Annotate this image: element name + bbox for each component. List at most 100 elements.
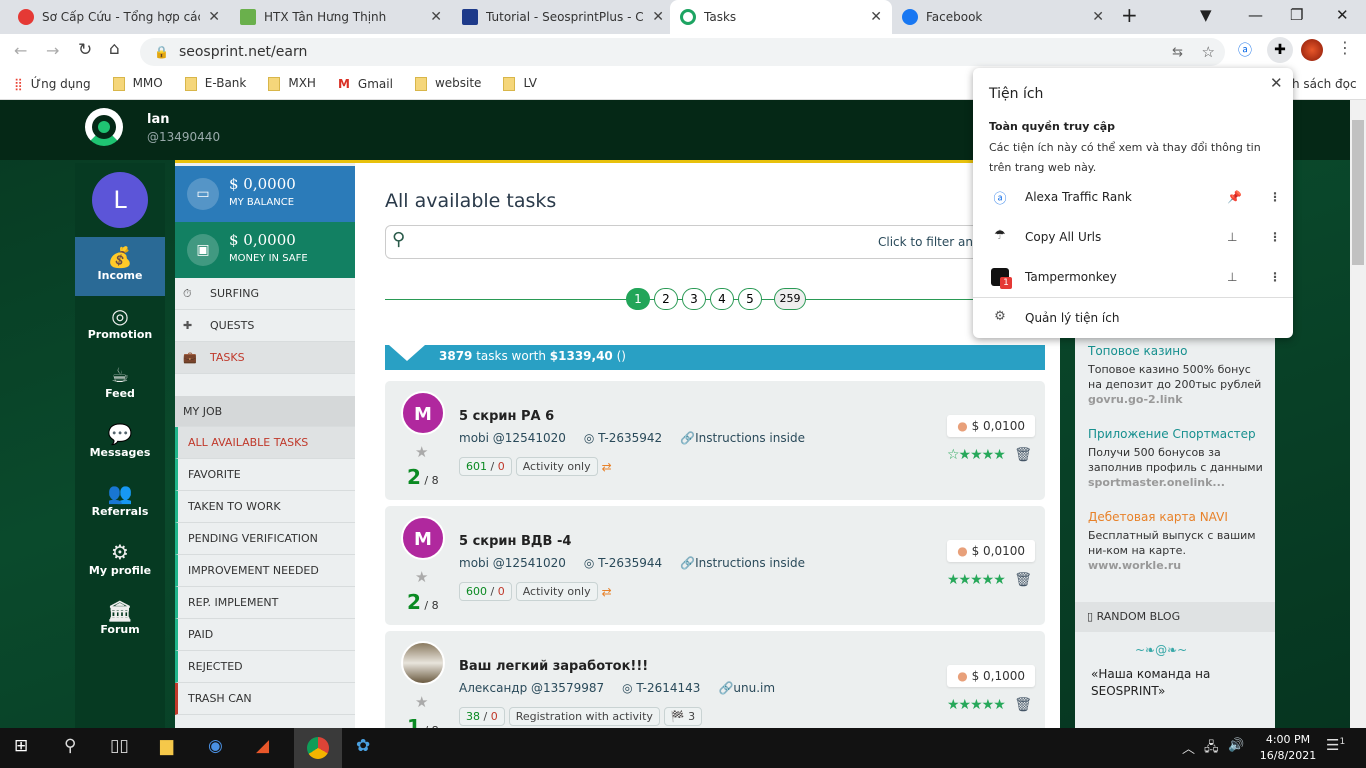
close-icon[interactable]: ✕ — [1270, 74, 1283, 92]
page-last[interactable]: 259 — [774, 288, 806, 310]
manage-extensions[interactable]: ⚙ Quản lý tiện ích — [973, 298, 1293, 338]
tasks-summary-bar[interactable]: 3879 tasks worth $1339,40 () — [385, 345, 1045, 370]
page-4[interactable]: 4 — [710, 288, 734, 310]
nav-referrals[interactable]: 👥 Referrals — [75, 473, 165, 532]
clock[interactable]: 4:00 PM 16/8/2021 — [1258, 732, 1318, 764]
new-tab-icon[interactable]: + — [1121, 3, 1138, 27]
ad-item[interactable]: Дебетовая карта NAVI Бесплатный выпуск с … — [1088, 510, 1268, 573]
restore-icon[interactable]: ❐ — [1290, 6, 1303, 24]
tab-facebook[interactable]: Facebook ✕ — [892, 0, 1114, 34]
chevron-up-icon[interactable]: ︿ — [1182, 738, 1195, 757]
job-pending-verification[interactable]: PENDING VERIFICATION — [175, 523, 355, 555]
favorite-star-icon[interactable]: ★ — [415, 568, 428, 586]
bookmark-folder[interactable]: E-Bank — [184, 76, 246, 91]
pin-icon[interactable]: 📌 — [1227, 190, 1242, 204]
task-title[interactable]: 5 скрин ВДВ -4 — [459, 534, 571, 549]
file-explorer-icon[interactable]: ▆ — [160, 736, 173, 756]
job-favorite[interactable]: FAVORITE — [175, 459, 355, 491]
page-2[interactable]: 2 — [654, 288, 678, 310]
close-tab-icon[interactable]: ✕ — [1092, 9, 1104, 25]
app-icon[interactable]: ◢ — [256, 736, 269, 756]
task-link[interactable]: 🔗Instructions inside — [680, 556, 805, 570]
network-icon[interactable]: 🖧 — [1204, 738, 1219, 760]
nav-feed[interactable]: ☕ Feed — [75, 355, 165, 414]
app-icon[interactable]: ◉ — [208, 736, 223, 756]
extension-tampermonkey[interactable]: 1 Tampermonkey ⊥ ⋮ — [973, 257, 1293, 297]
minimize-icon[interactable]: — — [1248, 6, 1263, 24]
menu-kebab-icon[interactable]: ⋮ — [1337, 38, 1353, 57]
close-window-icon[interactable]: ✕ — [1336, 6, 1349, 24]
task-link[interactable]: 🔗unu.im — [718, 681, 775, 695]
job-rejected[interactable]: REJECTED — [175, 651, 355, 683]
task-title[interactable]: Ваш легкий заработок!!! — [459, 659, 648, 674]
forward-icon[interactable]: → — [46, 41, 59, 60]
close-tab-icon[interactable]: ✕ — [430, 9, 442, 25]
safe-box[interactable]: ▣ $ 0,0000 MONEY IN SAFE — [175, 222, 355, 278]
chrome-taskbar-button[interactable] — [294, 728, 342, 768]
reload-icon[interactable]: ↻ — [78, 40, 92, 60]
task-author[interactable]: mobi @12541020 — [459, 431, 566, 445]
more-icon[interactable]: ⋮ — [1269, 230, 1281, 244]
bookmark-folder[interactable]: MMO — [112, 76, 163, 91]
pin-icon[interactable]: ⊥ — [1227, 230, 1237, 244]
back-icon[interactable]: ← — [14, 41, 27, 60]
favorite-star-icon[interactable]: ★ — [415, 693, 428, 711]
job-paid[interactable]: PAID — [175, 619, 355, 651]
nav-messages[interactable]: 💬 Messages — [75, 414, 165, 473]
extensions-puzzle-icon[interactable]: ✚ — [1267, 37, 1293, 63]
alexa-extension-icon[interactable]: ⓐ — [1238, 40, 1252, 60]
job-all-available[interactable]: ALL AVAILABLE TASKS — [175, 427, 355, 459]
trash-icon[interactable]: 🗑 — [1014, 447, 1032, 463]
more-icon[interactable]: ⋮ — [1269, 270, 1281, 284]
volume-icon[interactable]: 🔊 — [1228, 738, 1244, 753]
job-trash-can[interactable]: TRASH CAN — [175, 683, 355, 715]
job-rep-implement[interactable]: REP. IMPLEMENT — [175, 587, 355, 619]
task-card[interactable]: ★ 1 / 8 Ваш легкий заработок!!! Александ… — [385, 631, 1045, 728]
profile-avatar[interactable] — [1301, 39, 1323, 61]
trash-icon[interactable]: 🗑 — [1014, 697, 1032, 713]
site-logo[interactable] — [85, 108, 123, 146]
bookmark-folder[interactable]: MXH — [268, 76, 316, 91]
windows-start-icon[interactable]: ⊞ — [14, 736, 28, 756]
nav-my-profile[interactable]: ⚙ My profile — [75, 532, 165, 591]
balance-box[interactable]: ▭ $ 0,0000 MY BALANCE — [175, 166, 355, 222]
favorite-star-icon[interactable]: ★ — [415, 443, 428, 461]
home-icon[interactable]: ⌂ — [109, 39, 120, 59]
nav-promotion[interactable]: ◎ Promotion — [75, 296, 165, 355]
extension-alexa[interactable]: ⓐ Alexa Traffic Rank 📌 ⋮ — [973, 177, 1293, 217]
translate-icon[interactable]: ⇆ — [1172, 45, 1183, 60]
ad-item[interactable]: Топовое казино Топовое казино 500% бонус … — [1088, 344, 1268, 407]
menu-tasks[interactable]: 💼 TASKS — [175, 342, 355, 374]
job-taken-to-work[interactable]: TAKEN TO WORK — [175, 491, 355, 523]
tab-tutorial[interactable]: Tutorial - SeosprintPlus - Chiế ✕ — [452, 0, 674, 34]
trash-icon[interactable]: 🗑 — [1014, 572, 1032, 588]
bookmark-star-icon[interactable]: ☆ — [1202, 43, 1215, 61]
task-title[interactable]: 5 скрин РА 6 — [459, 409, 554, 424]
bookmark-gmail[interactable]: M Gmail — [338, 77, 393, 91]
search-icon[interactable]: ⚲ — [64, 736, 76, 756]
task-card[interactable]: M ★ 2 / 8 5 скрин ВДВ -4 mobi @12541020 ◎… — [385, 506, 1045, 625]
address-bar[interactable]: 🔒 seosprint.net/earn ⇆ ☆ — [140, 38, 1225, 66]
task-author[interactable]: mobi @12541020 — [459, 556, 566, 570]
job-improvement-needed[interactable]: IMPROVEMENT NEEDED — [175, 555, 355, 587]
menu-quests[interactable]: ✚ QUESTS — [175, 310, 355, 342]
tab-so-cap-cuu[interactable]: Sơ Cấp Cứu - Tổng hợp các p ✕ — [8, 0, 230, 34]
scrollbar[interactable] — [1350, 100, 1366, 728]
page-1[interactable]: 1 — [626, 288, 650, 310]
bookmark-apps[interactable]: ⣿ Ứng dụng — [14, 77, 91, 91]
reading-list[interactable]: h sách đọc — [1292, 77, 1357, 91]
task-view-icon[interactable]: ▯▯ — [110, 736, 129, 756]
pin-icon[interactable]: ⊥ — [1227, 270, 1237, 284]
filter-input[interactable]: ⚲ Click to filter and — [385, 225, 1045, 259]
more-icon[interactable]: ⋮ — [1269, 190, 1281, 204]
close-tab-icon[interactable]: ✕ — [870, 9, 882, 25]
user-avatar[interactable]: L — [92, 172, 148, 228]
close-tab-icon[interactable]: ✕ — [208, 9, 220, 25]
nav-income[interactable]: 💰 Income — [75, 237, 165, 296]
tab-tasks[interactable]: Tasks ✕ — [670, 0, 892, 34]
menu-surfing[interactable]: ⏱ SURFING — [175, 278, 355, 310]
blog-post-link[interactable]: «Наша команда на SEOSPRINT» — [1091, 666, 1261, 700]
tab-search-icon[interactable]: ▼ — [1200, 6, 1212, 24]
ad-item[interactable]: Приложение Спортмастер Получи 500 бонусов… — [1088, 427, 1268, 490]
bookmark-folder[interactable]: LV — [503, 76, 537, 91]
